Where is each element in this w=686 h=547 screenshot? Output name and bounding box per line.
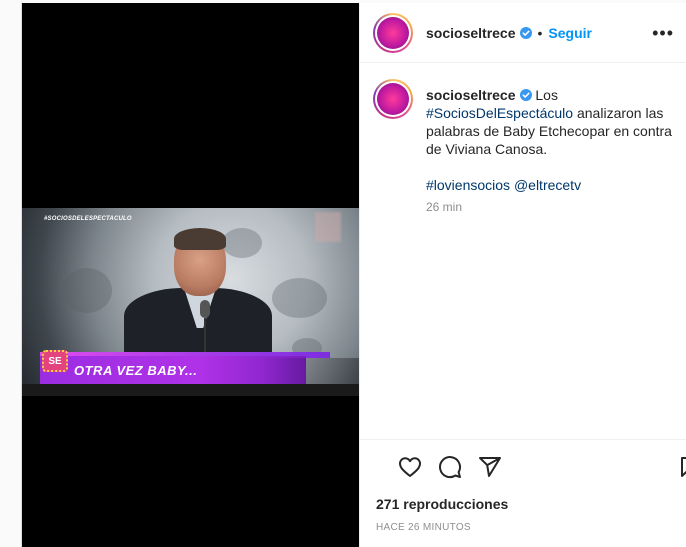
moon-crater [272, 278, 327, 318]
show-logo-badge: SE [42, 350, 68, 372]
verified-icon [519, 27, 532, 39]
banner-shade [262, 358, 359, 384]
caption-text-before: Los [531, 87, 558, 103]
views-count[interactable]: 271 reproducciones [376, 496, 508, 512]
follow-button[interactable]: Seguir [548, 25, 592, 41]
microphone [200, 300, 210, 318]
post-header: socioseltrece • Seguir ••• [360, 3, 686, 63]
video-bottom-band [22, 384, 359, 396]
caption-text: socioseltrece Los #SociosDelEspectáculo … [426, 86, 676, 194]
caption-tags: #loviensocios @eltrecetv [426, 176, 676, 194]
moon-crater [62, 268, 112, 313]
post-timestamp[interactable]: HACE 26 MINUTOS [376, 522, 471, 533]
avatar-image [377, 83, 409, 115]
verified-icon [519, 89, 532, 101]
separator-dot: • [537, 25, 543, 41]
caption-avatar[interactable] [373, 79, 413, 119]
profile-avatar[interactable] [373, 13, 413, 53]
channel-logo [315, 212, 341, 242]
hashtag-link[interactable]: #loviensocios [426, 177, 510, 193]
header-username[interactable]: socioseltrece [426, 25, 516, 41]
caption-username[interactable]: socioseltrece [426, 87, 516, 103]
lower-third-text: OTRA VEZ BABY... [74, 363, 198, 378]
video-hashtag-overlay: #SOCIOSDELESPECTACULO [44, 216, 132, 222]
more-icon[interactable]: ••• [652, 24, 674, 42]
action-bar: 271 reproducciones HACE 26 MINUTOS [360, 439, 686, 547]
mention-link[interactable]: @eltrecetv [514, 177, 581, 193]
caption-timestamp[interactable]: 26 min [426, 200, 462, 214]
video-frame[interactable]: #SOCIOSDELESPECTACULO SE OTRA VEZ BABY..… [22, 208, 359, 396]
comment-icon[interactable] [438, 455, 462, 479]
avatar-image [377, 17, 409, 49]
presenter [122, 228, 272, 358]
instagram-post: #SOCIOSDELESPECTACULO SE OTRA VEZ BABY..… [21, 3, 686, 547]
share-icon[interactable] [478, 455, 502, 479]
presenter-hair [174, 228, 226, 250]
heart-icon[interactable] [398, 455, 422, 479]
hashtag-link[interactable]: #SociosDelEspectáculo [426, 105, 573, 121]
bookmark-icon[interactable] [678, 455, 686, 479]
header-user-row: socioseltrece • Seguir [426, 25, 592, 41]
post-sidebar: socioseltrece • Seguir ••• socioseltrece… [359, 3, 686, 547]
video-player[interactable]: #SOCIOSDELESPECTACULO SE OTRA VEZ BABY..… [22, 3, 359, 547]
